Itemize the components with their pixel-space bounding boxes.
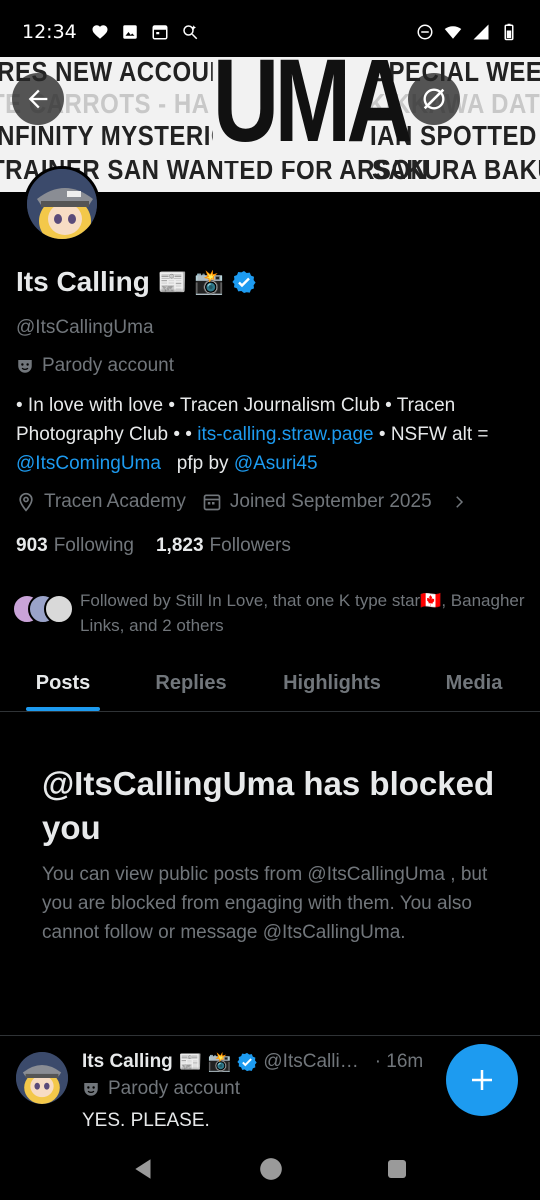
wifi-icon [444, 26, 462, 39]
following-link[interactable]: 903 Following [16, 535, 134, 557]
nav-home-icon[interactable] [258, 1156, 284, 1182]
following-label: Following [53, 535, 134, 556]
calendar-icon [152, 25, 168, 40]
follower-avatar [44, 594, 74, 624]
location-pin-icon [19, 492, 33, 512]
location-text: Tracen Academy [44, 491, 186, 512]
following-count: 903 [16, 535, 48, 556]
bio-text: pfp by [160, 453, 234, 474]
post-parody-text: Parody account [108, 1078, 241, 1099]
bio-mention[interactable]: @ItsComingUma [16, 453, 161, 474]
grok-button[interactable] [408, 73, 460, 125]
tab-posts[interactable]: Posts [0, 656, 126, 711]
post-avatar[interactable] [16, 1052, 68, 1104]
post-time: · 16m [374, 1051, 424, 1072]
followers-link[interactable]: 1,823 Followers [156, 535, 291, 557]
divider [0, 1035, 540, 1036]
followers-count: 1,823 [155, 535, 204, 556]
image-icon [123, 25, 137, 39]
profile-handle: @ItsCallingUma [16, 317, 154, 338]
post-parody-label: Parody account [82, 1078, 240, 1100]
nav-back-icon[interactable] [131, 1156, 157, 1182]
blocked-title: @ItsCallingUma has blocked you [42, 765, 495, 846]
post-author-emojis: 📰 📸 [178, 1052, 232, 1073]
blocked-body: You can view public posts from @ItsCalli… [42, 864, 488, 943]
bio-link[interactable]: its-calling.straw.page [197, 424, 373, 445]
status-time: 12:34 [22, 21, 77, 43]
parody-label: Parody account [16, 355, 174, 377]
theater-masks-icon [84, 1083, 98, 1096]
profile-name-row: Its Calling 📰 📸 [16, 266, 256, 298]
battery-icon [504, 23, 514, 41]
follow-counts: 903 Following 1,823 Followers [16, 535, 291, 557]
status-bar: 12:34 [0, 0, 540, 64]
system-nav-bar [0, 1138, 540, 1200]
profile-name-emojis: 📰 📸 [157, 268, 225, 296]
theater-masks-icon [18, 360, 32, 373]
calendar-icon [203, 494, 221, 511]
verified-badge-icon[interactable] [232, 270, 256, 294]
nav-recents-icon[interactable] [385, 1157, 409, 1181]
bio-mention[interactable]: @Asuri45 [234, 453, 318, 474]
profile-tabs: Posts Replies Highlights Media [0, 656, 540, 712]
search-sparkle-icon [183, 25, 198, 40]
parody-text: Parody account [42, 355, 175, 376]
bio-text: • NSFW alt = [373, 424, 489, 445]
profile-bio: • In love with love • Tracen Journalism … [16, 391, 526, 478]
profile-name: Its Calling [16, 266, 150, 297]
signal-icon [473, 24, 489, 40]
avatar-image [27, 169, 97, 239]
tab-highlights[interactable]: Highlights [256, 656, 408, 711]
tab-media[interactable]: Media [408, 656, 540, 711]
profile-meta: Tracen Academy Joined September 2025 [16, 491, 468, 513]
post-author-name[interactable]: Its Calling [82, 1051, 173, 1073]
back-button[interactable] [12, 73, 64, 125]
avatar-image [16, 1052, 68, 1104]
banner-text-row: INFINITY MYSTERIO [0, 120, 231, 152]
compose-button[interactable] [446, 1044, 518, 1116]
banner-title: UMA [212, 57, 413, 161]
arrow-left-icon [28, 89, 48, 109]
post-text[interactable]: YES. PLEASE. [82, 1110, 210, 1132]
joined-text: Joined September 2025 [229, 491, 432, 512]
do-not-disturb-icon [417, 24, 433, 40]
verified-badge-icon [237, 1052, 258, 1072]
post-author-handle: @ItsCalli… [263, 1051, 359, 1072]
heart-icon [92, 25, 108, 39]
followed-by-text[interactable]: Followed by Still In Love, that one K ty… [80, 588, 530, 638]
profile-avatar[interactable] [24, 166, 100, 242]
followed-by-avatars[interactable] [12, 590, 76, 626]
plus-icon [472, 1070, 492, 1090]
chevron-right-icon[interactable] [450, 493, 468, 511]
grok-icon [423, 88, 445, 110]
tab-replies[interactable]: Replies [126, 656, 256, 711]
followers-label: Followers [209, 535, 291, 556]
post-header: Its Calling 📰 📸 @ItsCalli… · 16m [82, 1050, 423, 1074]
